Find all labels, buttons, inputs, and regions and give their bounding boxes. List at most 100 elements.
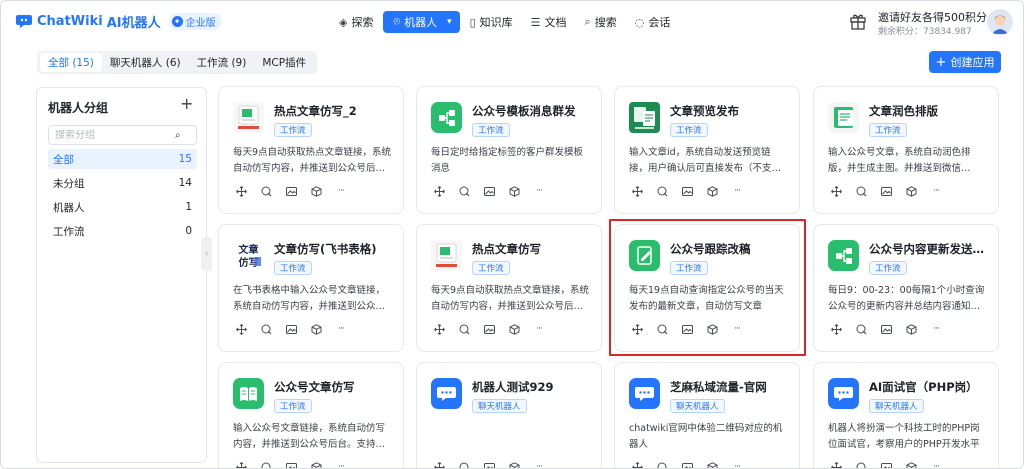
package-icon[interactable] xyxy=(905,323,917,335)
move-icon[interactable] xyxy=(235,461,247,468)
package-icon[interactable] xyxy=(706,323,718,335)
group-item-workflow[interactable]: 工作流 0 xyxy=(48,221,197,241)
user-avatar[interactable] xyxy=(987,9,1013,35)
card-description: 每天9点自动获取热点文章链接，系统自动仿写内容，并推送到公众号后… xyxy=(431,285,590,312)
copy-icon[interactable] xyxy=(656,461,668,468)
image-icon[interactable] xyxy=(285,185,297,197)
more-icon[interactable]: ··· xyxy=(335,323,347,335)
move-icon[interactable] xyxy=(631,185,643,197)
move-icon[interactable] xyxy=(830,185,842,197)
move-icon[interactable] xyxy=(235,185,247,197)
nav-documents[interactable]: ☰ 文档 xyxy=(523,11,575,33)
more-icon[interactable]: ··· xyxy=(533,323,545,335)
app-card[interactable]: 热点文章仿写_2 工作流 每天9点自动获取热点文章链接，系统自动仿写内容，并推送到公… xyxy=(218,86,404,214)
more-icon[interactable]: ··· xyxy=(533,185,545,197)
package-icon[interactable] xyxy=(310,185,322,197)
move-icon[interactable] xyxy=(235,323,247,335)
move-icon[interactable] xyxy=(631,461,643,468)
image-icon[interactable] xyxy=(880,461,892,468)
app-card[interactable]: 文章预览发布 工作流 输入文章id，系统自动发送预览链接，用户确认后可直接发布（不支… xyxy=(614,86,800,214)
more-icon[interactable]: ··· xyxy=(930,185,942,197)
copy-icon[interactable] xyxy=(458,185,470,197)
add-group-icon[interactable]: + xyxy=(180,95,193,113)
more-icon[interactable]: ··· xyxy=(731,461,743,468)
more-icon[interactable]: ··· xyxy=(731,323,743,335)
create-app-button[interactable]: + 创建应用 xyxy=(929,51,1001,73)
chat-bubble-icon xyxy=(629,378,660,409)
package-icon[interactable] xyxy=(310,461,322,468)
image-icon[interactable] xyxy=(880,185,892,197)
nav-search[interactable]: ⌕ 搜索 xyxy=(577,11,625,33)
copy-icon[interactable] xyxy=(260,185,272,197)
move-icon[interactable] xyxy=(433,323,445,335)
app-card[interactable]: 文章润色排版 工作流 输入公众号文章，系统自动润色排版，并生成主图。并推送到微信… ·… xyxy=(813,86,999,214)
move-icon[interactable] xyxy=(433,185,445,197)
nav-sessions[interactable]: ◌ 会话 xyxy=(627,11,679,33)
copy-icon[interactable] xyxy=(855,323,867,335)
logo[interactable]: ChatWiki AI机器人 ✦ 企业版 xyxy=(15,11,222,31)
package-icon[interactable] xyxy=(905,461,917,468)
tab-workflows[interactable]: 工作流 (9) xyxy=(189,53,255,72)
tab-chatbots[interactable]: 聊天机器人 (6) xyxy=(102,53,189,72)
copy-icon[interactable] xyxy=(458,461,470,468)
package-icon[interactable] xyxy=(310,323,322,335)
group-item-ungrouped[interactable]: 未分组 14 xyxy=(48,173,197,193)
image-icon[interactable] xyxy=(681,461,693,468)
edit-doc-icon xyxy=(629,240,660,271)
move-icon[interactable] xyxy=(830,323,842,335)
copy-icon[interactable] xyxy=(260,323,272,335)
app-card[interactable]: 公众号跟踪改稿 工作流 每天19点自动查询指定公众号的当天发布的最新文章，自动仿写文… xyxy=(614,224,800,352)
group-item-all[interactable]: 全部 15 xyxy=(48,149,197,169)
app-card[interactable]: 公众号模板消息群发 工作流 每日定时给指定标签的客户群发模板消息 ··· xyxy=(416,86,602,214)
sidebar-collapse-handle[interactable]: ‹ xyxy=(201,237,212,271)
robot-icon: ⌾ xyxy=(393,15,401,28)
image-icon[interactable] xyxy=(285,461,297,468)
image-icon[interactable] xyxy=(880,323,892,335)
group-search-input[interactable] xyxy=(55,129,175,141)
copy-icon[interactable] xyxy=(656,185,668,197)
package-icon[interactable] xyxy=(905,185,917,197)
package-icon[interactable] xyxy=(706,461,718,468)
tab-mcp-plugins[interactable]: MCP插件 xyxy=(254,53,314,72)
more-icon[interactable]: ··· xyxy=(533,461,545,468)
app-card[interactable]: 机器人测试929 聊天机器人 ··· xyxy=(416,362,602,468)
app-card[interactable]: AI面试官（PHP岗） 聊天机器人 机器人将扮演一个科技工时的PHP岗位面试官，考察… xyxy=(813,362,999,468)
image-icon[interactable] xyxy=(483,461,495,468)
copy-icon[interactable] xyxy=(855,461,867,468)
app-card[interactable]: 文章 仿写 文章仿写(飞书表格) 工作流 在飞书表格中输入公众号文章链接，系统自动仿写内… xyxy=(218,224,404,352)
package-icon[interactable] xyxy=(508,185,520,197)
copy-icon[interactable] xyxy=(855,185,867,197)
group-item-robot[interactable]: 机器人 1 xyxy=(48,197,197,217)
app-card[interactable]: 热点文章仿写 工作流 每天9点自动获取热点文章链接，系统自动仿写内容，并推送到公众号… xyxy=(416,224,602,352)
card-actions: ··· xyxy=(830,185,955,197)
nav-explore[interactable]: ◈ 探索 xyxy=(331,11,381,33)
move-icon[interactable] xyxy=(631,323,643,335)
logo-suffix: AI机器人 xyxy=(106,15,161,31)
more-icon[interactable]: ··· xyxy=(930,323,942,335)
package-icon[interactable] xyxy=(508,461,520,468)
copy-icon[interactable] xyxy=(260,461,272,468)
copy-icon[interactable] xyxy=(656,323,668,335)
image-icon[interactable] xyxy=(681,185,693,197)
package-icon[interactable] xyxy=(706,185,718,197)
image-icon[interactable] xyxy=(681,323,693,335)
app-card[interactable]: 公众号文章仿写 工作流 输入公众号文章链接，系统自动仿写内容，并推送到公众号后台。支… xyxy=(218,362,404,468)
copy-icon[interactable] xyxy=(458,323,470,335)
image-icon[interactable] xyxy=(483,323,495,335)
nav-robot[interactable]: ⌾ 机器人 ▾ xyxy=(383,11,460,33)
logo-text: ChatWiki xyxy=(37,13,103,29)
nav-knowledge-base[interactable]: ▯ 知识库 xyxy=(462,11,521,33)
package-icon[interactable] xyxy=(508,323,520,335)
card-type-tag: 聊天机器人 xyxy=(869,399,924,413)
more-icon[interactable]: ··· xyxy=(930,461,942,468)
more-icon[interactable]: ··· xyxy=(335,461,347,468)
app-card[interactable]: 芝麻私域流量-官网 聊天机器人 chatwiki官网中体验二维码对应的机器人 ··· xyxy=(614,362,800,468)
image-icon[interactable] xyxy=(285,323,297,335)
app-card[interactable]: 公众号内容更新发送… 工作流 每日9：00-23：00每隔1个小时查询公众号的更新内… xyxy=(813,224,999,352)
move-icon[interactable] xyxy=(433,461,445,468)
move-icon[interactable] xyxy=(830,461,842,468)
tab-all[interactable]: 全部 (15) xyxy=(40,53,102,72)
more-icon[interactable]: ··· xyxy=(335,185,347,197)
more-icon[interactable]: ··· xyxy=(731,185,743,197)
image-icon[interactable] xyxy=(483,185,495,197)
